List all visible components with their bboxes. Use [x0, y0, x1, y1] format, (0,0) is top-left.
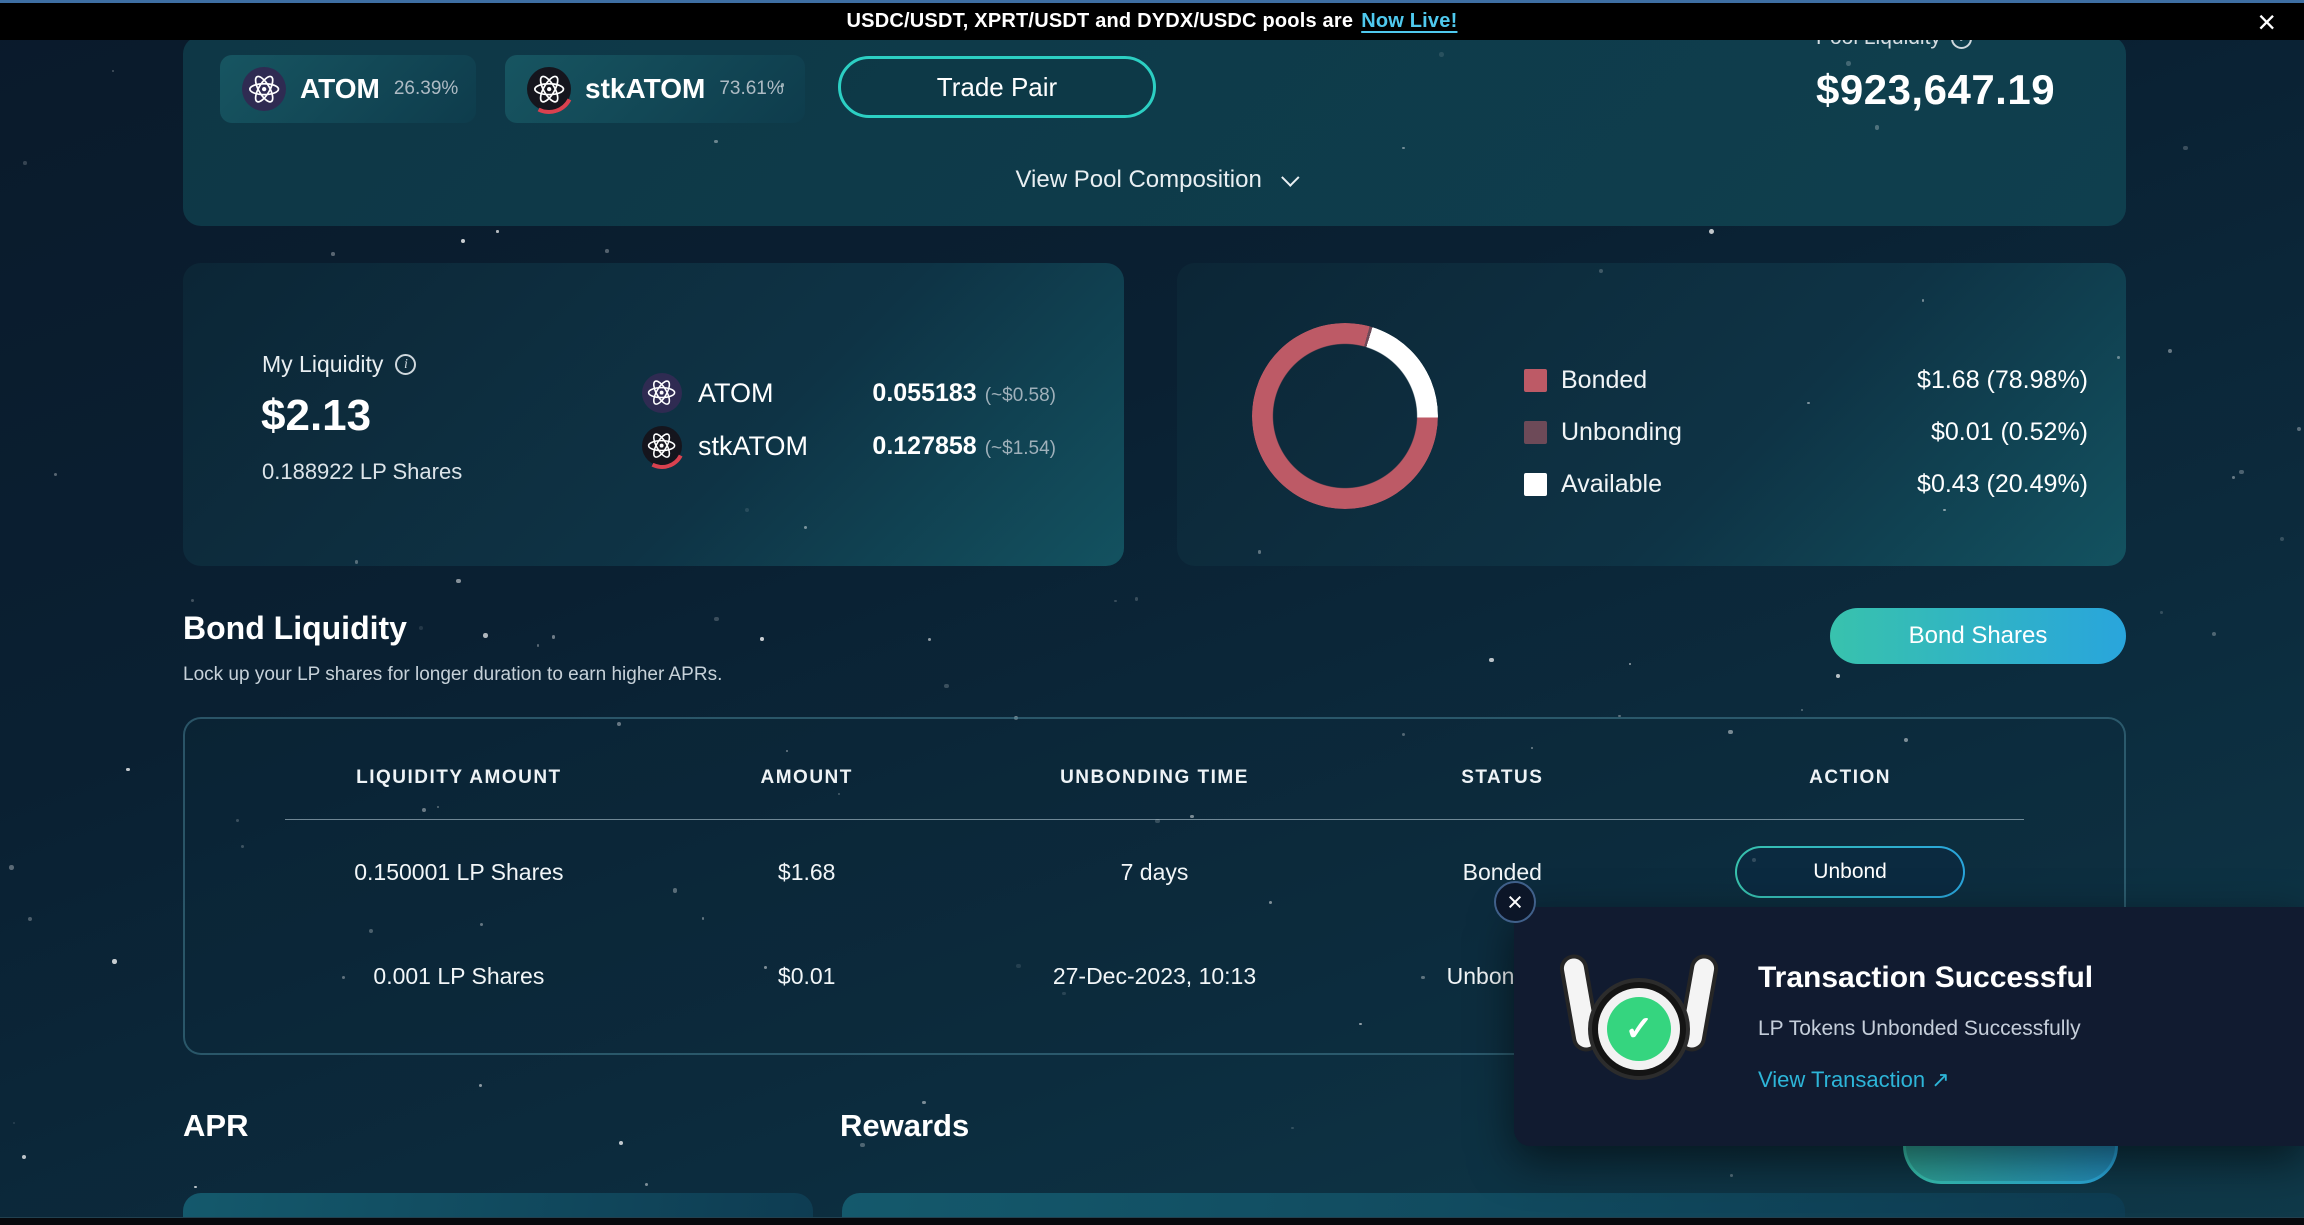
liquidity-breakdown-card: Bonded $1.68 (78.98%) Unbonding $0.01 (0… — [1177, 263, 2126, 566]
table-header-row: LIQUIDITY AMOUNT AMOUNT UNBONDING TIME S… — [285, 767, 2024, 789]
token-name: stkATOM — [698, 431, 808, 462]
check-icon: ✓ — [1607, 997, 1671, 1061]
token-usd: (~$0.58) — [985, 385, 1056, 407]
view-transaction-label: View Transaction — [1758, 1067, 1925, 1092]
legend-item: Bonded $1.68 (78.98%) — [1524, 365, 2088, 395]
my-liquidity-card: My Liquidity i $2.13 0.188922 LP Shares … — [183, 263, 1124, 566]
legend-item: Unbonding $0.01 (0.52%) — [1524, 417, 2088, 447]
external-arrow-icon: ↗ — [1931, 1067, 1949, 1092]
token-amount: 0.055183 — [872, 379, 976, 408]
my-liquidity-label-row: My Liquidity i — [262, 351, 416, 378]
legend-label: Available — [1561, 470, 1662, 499]
my-liquidity-value: $2.13 — [261, 391, 371, 441]
col-header-unbonding-time: UNBONDING TIME — [981, 767, 1329, 789]
unbond-button[interactable]: Unbond — [1735, 846, 1965, 898]
bond-shares-button[interactable]: Bond Shares — [1830, 608, 2126, 664]
token-symbol: ATOM — [300, 73, 380, 105]
view-pool-composition-toggle[interactable]: View Pool Composition — [183, 166, 2126, 194]
legend-value: $1.68 (78.98%) — [1917, 366, 2088, 395]
legend-label: Bonded — [1561, 366, 1647, 395]
apr-section-title: APR — [183, 1108, 248, 1144]
announcement-banner: USDC/USDT, XPRT/USDT and DYDX/USDC pools… — [0, 0, 2304, 40]
toast-title: Transaction Successful — [1758, 961, 2093, 995]
chevron-down-icon — [1281, 168, 1299, 186]
col-header-liquidity-amount: LIQUIDITY AMOUNT — [285, 767, 633, 789]
banner-close-icon[interactable]: × — [2257, 6, 2276, 38]
cell-liquidity: 0.150001 LP Shares — [285, 859, 633, 886]
cell-status: Bonded — [1328, 859, 1676, 886]
view-pool-composition-label: View Pool Composition — [1015, 166, 1261, 193]
token-symbol: stkATOM — [585, 73, 705, 105]
my-liquidity-label: My Liquidity — [262, 351, 383, 378]
announcement-text: USDC/USDT, XPRT/USDT and DYDX/USDC pools… — [847, 10, 1458, 33]
token-usd: (~$1.54) — [985, 438, 1056, 460]
cell-liquidity: 0.001 LP Shares — [285, 963, 633, 990]
token-badge-atom: ATOM 26.39% — [220, 55, 476, 123]
toast-subtitle: LP Tokens Unbonded Successfully — [1758, 1017, 2093, 1041]
atom-coin-icon — [642, 373, 682, 413]
token-amount: 0.127858 — [872, 432, 976, 461]
col-header-action: ACTION — [1676, 767, 2024, 789]
info-icon[interactable]: i — [395, 354, 416, 375]
col-header-status: STATUS — [1328, 767, 1676, 789]
col-header-amount: AMOUNT — [633, 767, 981, 789]
robot-head: ✓ — [1588, 978, 1690, 1080]
pool-header-card: ATOM 26.39% stkATOM 73.61% Trade Pair Po… — [183, 36, 2126, 226]
legend-label: Unbonding — [1561, 418, 1682, 447]
pool-liquidity-value: $923,647.19 — [1816, 66, 2055, 114]
legend-value: $0.43 (20.49%) — [1917, 470, 2088, 499]
cell-unbonding-time: 27-Dec-2023, 10:13 — [981, 963, 1329, 990]
transaction-toast: × ✓ Transaction Successful LP Tokens Unb… — [1514, 907, 2304, 1146]
rewards-section-title: Rewards — [840, 1108, 969, 1144]
donut-chart — [1252, 323, 1438, 509]
legend-swatch-unbonding — [1524, 421, 1547, 444]
token-name: ATOM — [698, 378, 774, 409]
bottom-edge-strip — [0, 1217, 2304, 1225]
toast-close-icon[interactable]: × — [1494, 881, 1536, 923]
cell-amount: $1.68 — [633, 859, 981, 886]
bond-liquidity-subtitle: Lock up your LP shares for longer durati… — [183, 664, 722, 686]
token-amount-row: ATOM 0.055183 (~$0.58) — [642, 370, 1056, 416]
app-root: USDC/USDT, XPRT/USDT and DYDX/USDC pools… — [0, 0, 2304, 1225]
stkatom-coin-icon — [527, 67, 571, 111]
legend-swatch-bonded — [1524, 369, 1547, 392]
bond-liquidity-title: Bond Liquidity — [183, 610, 407, 647]
legend-item: Available $0.43 (20.49%) — [1524, 469, 2088, 499]
stkatom-coin-icon — [642, 426, 682, 466]
legend-swatch-available — [1524, 473, 1547, 496]
chart-legend: Bonded $1.68 (78.98%) Unbonding $0.01 (0… — [1524, 365, 2088, 521]
atom-coin-icon — [242, 67, 286, 111]
token-share: 26.39% — [394, 78, 458, 100]
robot-success-icon: ✓ — [1564, 952, 1714, 1102]
trade-pair-button[interactable]: Trade Pair — [838, 56, 1156, 118]
token-share: 73.61% — [719, 78, 783, 100]
cell-amount: $0.01 — [633, 963, 981, 990]
token-amount-row: stkATOM 0.127858 (~$1.54) — [642, 423, 1056, 469]
token-badge-stkatom: stkATOM 73.61% — [505, 55, 805, 123]
cell-unbonding-time: 7 days — [981, 859, 1329, 886]
now-live-link[interactable]: Now Live! — [1361, 10, 1457, 32]
announcement-message: USDC/USDT, XPRT/USDT and DYDX/USDC pools… — [847, 10, 1354, 32]
legend-value: $0.01 (0.52%) — [1931, 418, 2088, 447]
my-lp-shares: 0.188922 LP Shares — [262, 459, 462, 485]
view-transaction-link[interactable]: View Transaction ↗ — [1758, 1067, 2093, 1093]
